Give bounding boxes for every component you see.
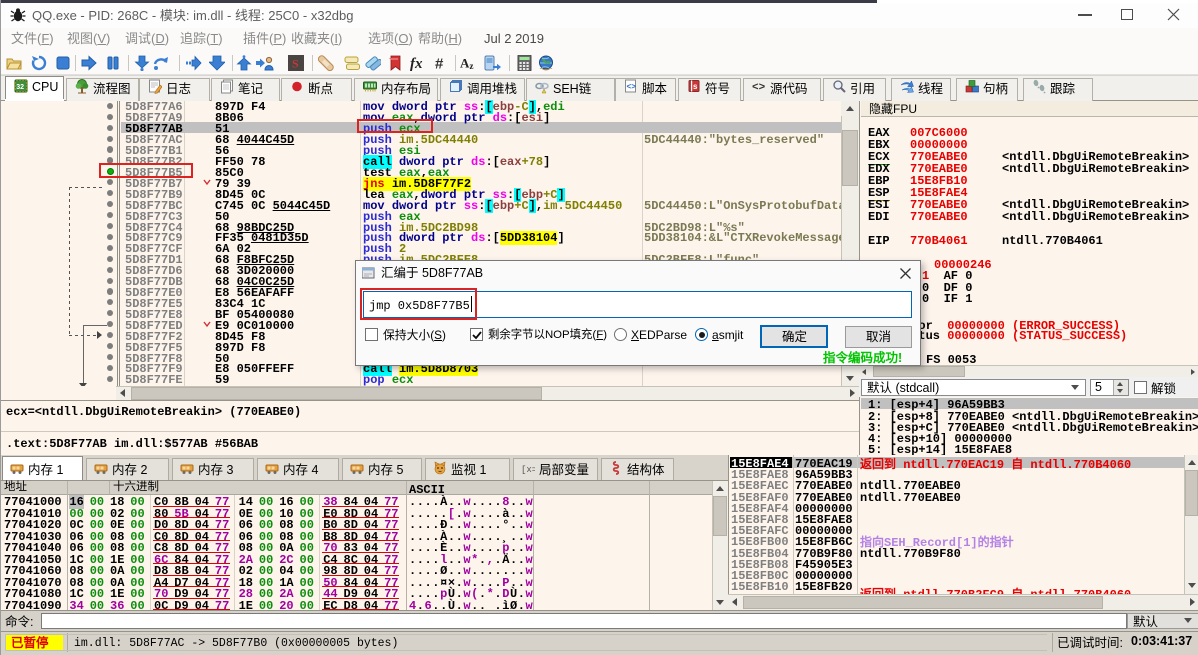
svg-text:<>: <> <box>752 82 766 94</box>
svg-text:<>: <> <box>627 83 637 92</box>
svg-text:S: S <box>292 57 299 71</box>
svg-text:s: s <box>693 82 698 91</box>
svg-text:fx: fx <box>410 56 423 71</box>
svg-text:32: 32 <box>16 84 24 91</box>
svg-text:A: A <box>460 56 470 71</box>
svg-text:#: # <box>435 56 444 72</box>
svg-text:z: z <box>470 61 474 71</box>
svg-text:[x=]: [x=] <box>521 465 535 475</box>
